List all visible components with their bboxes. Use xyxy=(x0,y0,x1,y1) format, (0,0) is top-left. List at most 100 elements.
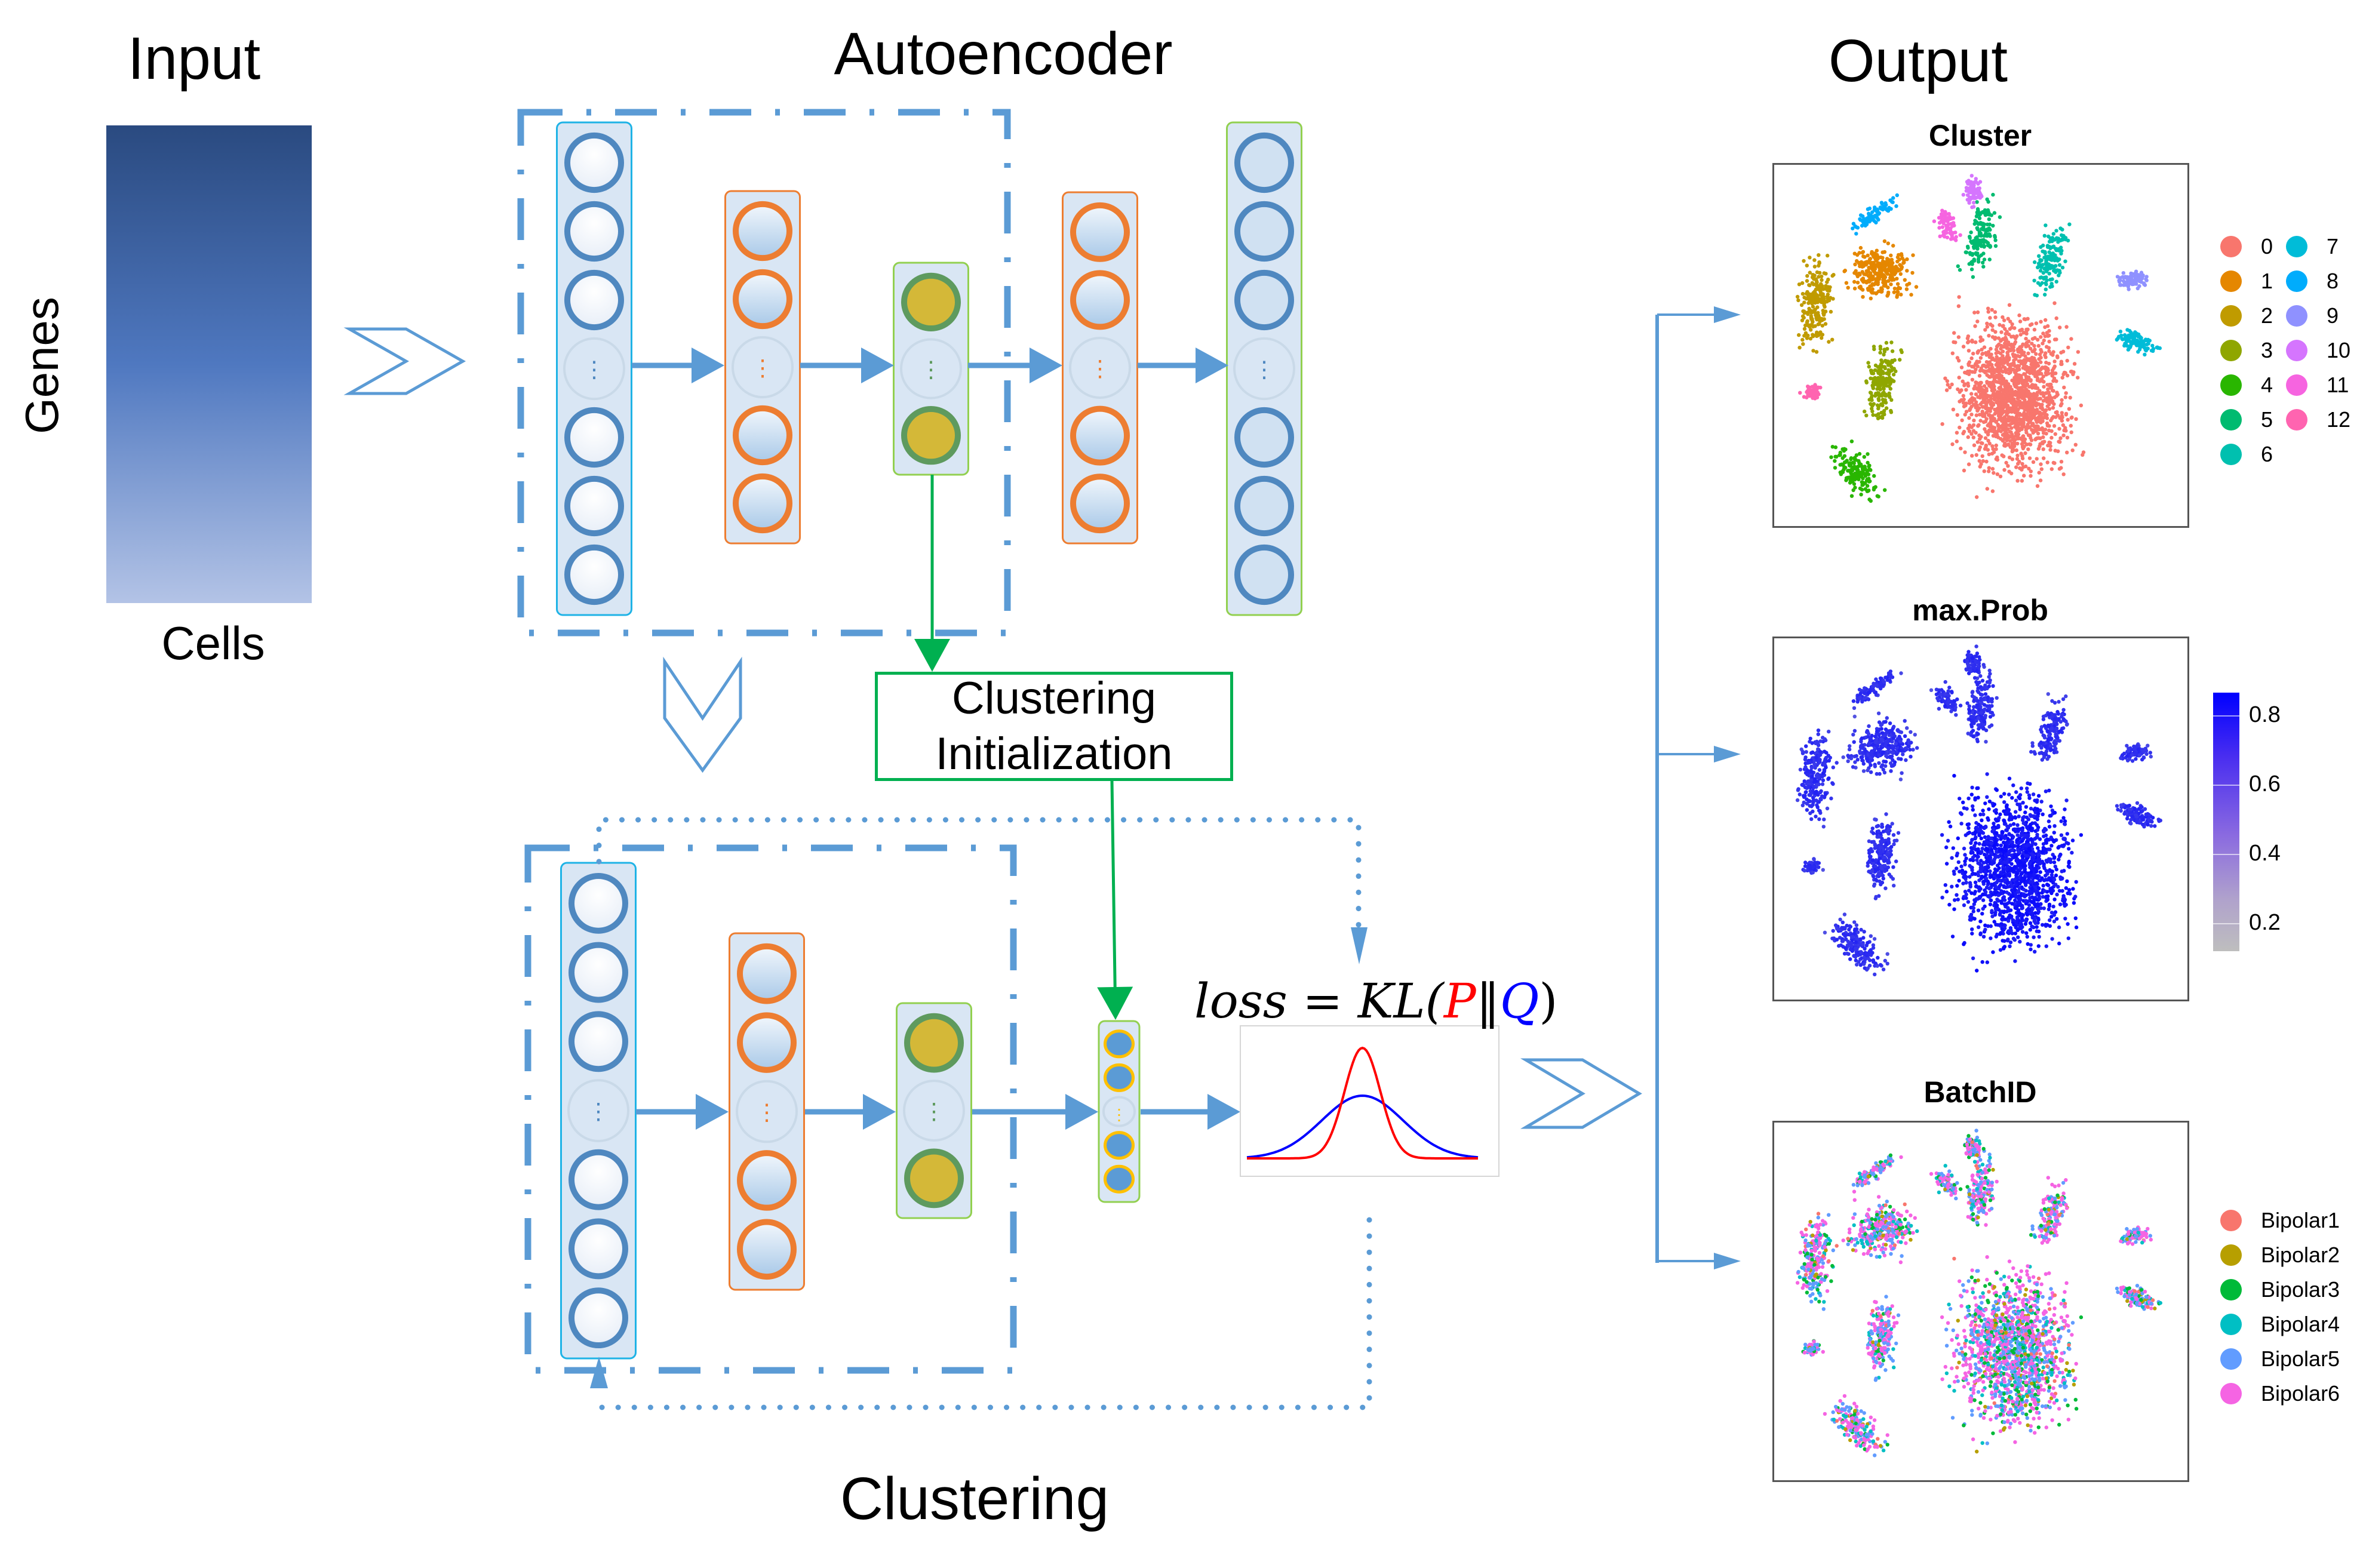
cell-point xyxy=(1982,227,1986,232)
cell-point xyxy=(2066,891,2070,896)
cell-point xyxy=(2141,274,2145,278)
cell-point xyxy=(1966,334,1971,339)
cell-point xyxy=(1968,863,1972,868)
cell-point xyxy=(1992,860,1996,865)
cell-point xyxy=(1873,363,1878,368)
cell-point xyxy=(1861,288,1865,292)
cell-point xyxy=(2024,464,2028,469)
cell-point xyxy=(1964,856,1968,860)
cell-point xyxy=(2050,869,2054,874)
cell-point xyxy=(2048,448,2052,452)
cell-point xyxy=(2039,800,2044,804)
cell-point xyxy=(1999,847,2004,851)
cell-point xyxy=(2064,429,2068,433)
cell-point xyxy=(1998,875,2002,879)
cell-point xyxy=(2010,902,2014,906)
cell-point xyxy=(2019,872,2024,876)
cell-point xyxy=(1827,288,1832,292)
cell-point xyxy=(1974,380,1978,385)
cell-point xyxy=(1979,435,1983,439)
cell-point xyxy=(1891,731,1895,736)
cell-point xyxy=(1798,391,1802,395)
cell-point xyxy=(1818,385,1823,390)
cell-point xyxy=(1842,269,1846,273)
cell-point xyxy=(2044,944,2048,948)
cell-point xyxy=(1985,847,1990,852)
cell-point xyxy=(1994,885,1998,890)
cell-point xyxy=(1972,370,1977,374)
cell-point xyxy=(2020,456,2025,460)
cell-point xyxy=(2012,342,2017,346)
cell-point xyxy=(1950,934,1955,939)
cell-point xyxy=(1999,843,2004,847)
cell-point xyxy=(1892,278,1896,282)
cell-point xyxy=(2036,944,2041,948)
cell-point xyxy=(1814,313,1818,317)
legend-swatch xyxy=(2286,374,2308,396)
cell-point xyxy=(1804,750,1808,754)
cell-point xyxy=(1955,884,1959,888)
cell-point xyxy=(2054,867,2058,872)
cell-point xyxy=(1959,365,1964,370)
cell-point xyxy=(2059,466,2063,470)
cell-point xyxy=(1987,257,1992,262)
cell-point xyxy=(2053,432,2057,436)
legend-label: 4 xyxy=(2261,373,2273,397)
cell-point xyxy=(1999,376,2003,380)
cell-point xyxy=(2011,334,2015,339)
cell-point xyxy=(1966,462,1971,466)
cell-point xyxy=(1863,487,1867,491)
cell-point xyxy=(2039,367,2044,371)
cell-point xyxy=(1941,230,1946,234)
cell-point xyxy=(2056,885,2060,889)
cell-point xyxy=(2041,850,2045,854)
cell-point xyxy=(2071,887,2075,891)
cell-point xyxy=(1951,407,1956,411)
cell-point xyxy=(2009,862,2014,866)
loss-equals: = xyxy=(1287,973,1358,1029)
cell-point xyxy=(2032,327,2037,332)
cell-point xyxy=(2035,835,2039,839)
cell-point xyxy=(1977,374,1982,378)
cell-point xyxy=(2115,275,2120,279)
ellipsis-icon: ⋮ xyxy=(587,1099,610,1124)
cell-point xyxy=(2032,278,2036,283)
neuron-node xyxy=(737,1012,797,1073)
cell-point xyxy=(1981,898,1986,902)
cell-point xyxy=(1909,730,1913,734)
cell-point xyxy=(2028,865,2032,869)
cell-point xyxy=(2034,888,2038,893)
cell-point xyxy=(1985,840,1990,844)
cell-point xyxy=(2011,822,2016,826)
cell-point xyxy=(1905,269,1909,273)
cell-point xyxy=(2027,793,2032,798)
cell-point xyxy=(1987,233,1992,238)
cell-point xyxy=(1978,824,1983,828)
cell-point xyxy=(2041,447,2045,451)
cell-point xyxy=(2068,395,2072,400)
cell-point xyxy=(1903,719,1907,723)
cell-point xyxy=(1996,854,2001,859)
cell-point xyxy=(2038,870,2042,874)
cell-point xyxy=(1964,410,1969,414)
cell-point xyxy=(1863,272,1868,276)
cell-point xyxy=(1878,351,1882,355)
cell-point xyxy=(2029,402,2033,407)
cell-point xyxy=(1888,721,1892,725)
cell-point xyxy=(2033,949,2037,954)
cell-point xyxy=(2066,922,2070,926)
cell-point xyxy=(2009,834,2014,838)
cell-point xyxy=(1829,455,1833,459)
cell-point xyxy=(1977,406,1981,410)
cell-point xyxy=(1993,336,1998,340)
loss-p: P xyxy=(1443,973,1476,1029)
cell-point xyxy=(1913,733,1917,737)
cell-point xyxy=(2010,432,2014,436)
cell-point xyxy=(2011,348,2016,353)
cell-point xyxy=(2060,398,2064,402)
cell-point xyxy=(1955,439,1959,444)
cell-point xyxy=(1825,294,1830,299)
cell-point xyxy=(1849,456,1854,460)
cell-point xyxy=(1969,239,1974,244)
cell-point xyxy=(2043,334,2047,339)
